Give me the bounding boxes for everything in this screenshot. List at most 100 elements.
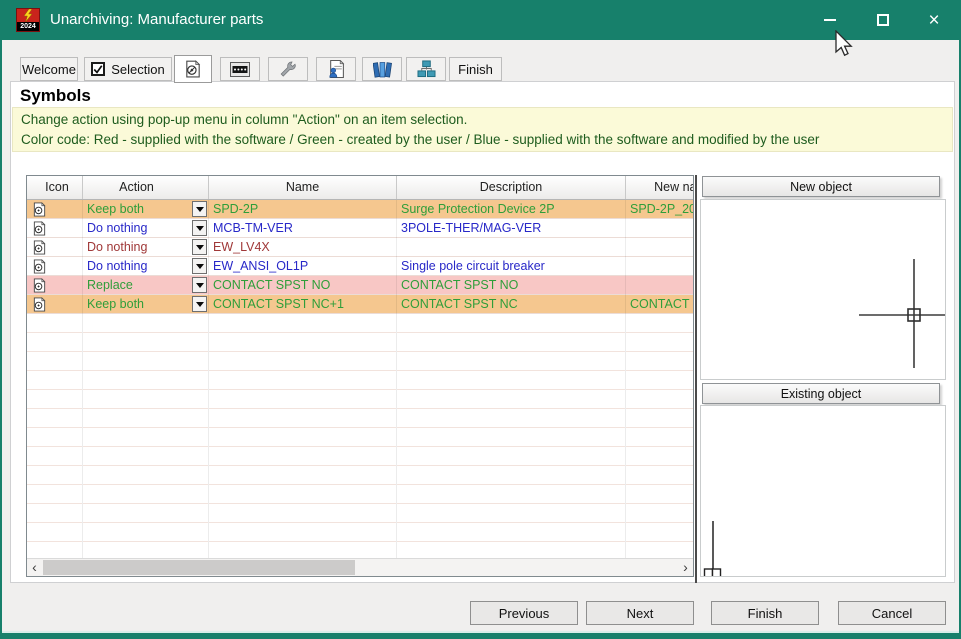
existing-object-header: Existing object <box>702 383 940 404</box>
tab-finish-label: Finish <box>458 62 493 77</box>
name-cell[interactable]: SPD-2P <box>209 200 397 219</box>
table-header: Icon Action Name Description New name <box>27 176 693 200</box>
empty-row <box>27 352 693 371</box>
empty-row <box>27 409 693 428</box>
action-value: Replace <box>87 278 133 292</box>
symbol-icon <box>27 200 83 219</box>
description-cell[interactable]: CONTACT SPST NO <box>397 276 626 295</box>
symbols-table: Icon Action Name Description New name Ke… <box>26 175 694 577</box>
cancel-button[interactable]: Cancel <box>838 601 946 625</box>
action-cell[interactable]: Replace <box>83 276 209 295</box>
action-dropdown-button[interactable] <box>192 277 207 293</box>
empty-row <box>27 314 693 333</box>
action-dropdown-button[interactable] <box>192 296 207 312</box>
scroll-right-icon[interactable]: › <box>678 559 693 576</box>
scroll-left-icon[interactable]: ‹ <box>27 559 42 576</box>
new-name-cell[interactable] <box>626 257 693 276</box>
panel-splitter[interactable] <box>695 175 697 583</box>
new-name-cell[interactable] <box>626 276 693 295</box>
action-dropdown-button[interactable] <box>192 239 207 255</box>
tab-macros[interactable] <box>268 57 308 81</box>
tab-welcome[interactable]: Welcome <box>20 57 78 81</box>
empty-row <box>27 371 693 390</box>
description-cell[interactable]: Single pole circuit breaker <box>397 257 626 276</box>
column-header-description[interactable]: Description <box>397 176 626 199</box>
tab-catalog[interactable] <box>362 57 402 81</box>
name-cell[interactable]: MCB-TM-VER <box>209 219 397 238</box>
table-row[interactable]: Do nothing MCB-TM-VER 3POLE-THER/MAG-VER <box>27 219 693 238</box>
empty-row <box>27 523 693 542</box>
action-cell[interactable]: Keep both <box>83 295 209 314</box>
info-strip: Change action using pop-up menu in colum… <box>12 107 953 152</box>
maximize-icon <box>877 14 889 26</box>
column-header-action[interactable]: Action <box>83 176 209 199</box>
close-icon: × <box>928 11 939 30</box>
action-dropdown-button[interactable] <box>192 258 207 274</box>
tab-selection[interactable]: Selection <box>84 57 172 81</box>
close-button[interactable]: × <box>917 4 951 36</box>
table-body: Keep both SPD-2P Surge Protection Device… <box>27 200 693 558</box>
info-line-2: Color code: Red - supplied with the soft… <box>21 130 944 150</box>
action-cell[interactable]: Keep both <box>83 200 209 219</box>
table-row[interactable]: Replace CONTACT SPST NO CONTACT SPST NO <box>27 276 693 295</box>
new-name-cell[interactable]: SPD-2P_2025 <box>626 200 693 219</box>
app-icon-year: 2024 <box>17 22 39 31</box>
empty-row <box>27 428 693 447</box>
empty-row <box>27 485 693 504</box>
finish-button[interactable]: Finish <box>711 601 819 625</box>
chevron-down-icon <box>196 264 204 273</box>
new-name-cell[interactable] <box>626 219 693 238</box>
chevron-down-icon <box>196 302 204 311</box>
name-cell[interactable]: EW_ANSI_OL1P <box>209 257 397 276</box>
table-row[interactable]: Keep both CONTACT SPST NC+1 CONTACT SPST… <box>27 295 693 314</box>
table-row[interactable]: Do nothing EW_LV4X <box>27 238 693 257</box>
name-cell[interactable]: CONTACT SPST NO <box>209 276 397 295</box>
next-button[interactable]: Next <box>586 601 694 625</box>
info-line-1: Change action using pop-up menu in colum… <box>21 110 944 130</box>
new-name-cell[interactable] <box>626 238 693 257</box>
symbol-page-icon <box>184 60 202 78</box>
action-dropdown-button[interactable] <box>192 220 207 236</box>
column-header-name[interactable]: Name <box>209 176 397 199</box>
existing-symbol-drawing <box>701 406 946 577</box>
description-cell[interactable]: CONTACT SPST NC <box>397 295 626 314</box>
minimize-icon <box>824 19 836 21</box>
action-value: Do nothing <box>87 221 147 235</box>
empty-row <box>27 542 693 558</box>
maximize-button[interactable] <box>866 4 900 36</box>
description-cell[interactable] <box>397 238 626 257</box>
tab-selection-label: Selection <box>111 62 164 77</box>
action-value: Keep both <box>87 202 144 216</box>
action-cell[interactable]: Do nothing <box>83 219 209 238</box>
new-name-cell[interactable]: CONTACT SP <box>626 295 693 314</box>
column-header-new-name[interactable]: New name <box>626 176 694 199</box>
name-cell[interactable]: EW_LV4X <box>209 238 397 257</box>
action-cell[interactable]: Do nothing <box>83 257 209 276</box>
column-header-icon[interactable]: Icon <box>27 176 83 199</box>
tab-structure[interactable] <box>406 57 446 81</box>
name-cell[interactable]: CONTACT SPST NC+1 <box>209 295 397 314</box>
tab-title-blocks[interactable] <box>220 57 260 81</box>
symbol-icon <box>27 276 83 295</box>
description-cell[interactable]: 3POLE-THER/MAG-VER <box>397 219 626 238</box>
empty-row <box>27 333 693 352</box>
action-dropdown-button[interactable] <box>192 201 207 217</box>
window-bottom-border <box>2 633 959 639</box>
action-value: Do nothing <box>87 240 147 254</box>
horizontal-scrollbar[interactable]: ‹ › <box>27 558 693 576</box>
symbol-icon <box>27 238 83 257</box>
action-cell[interactable]: Do nothing <box>83 238 209 257</box>
scrollbar-thumb[interactable] <box>43 560 355 575</box>
checkbox-checked-icon[interactable] <box>91 62 105 76</box>
tab-symbols[interactable] <box>174 55 212 83</box>
new-object-preview <box>700 199 946 380</box>
minimize-button[interactable] <box>813 4 847 36</box>
description-cell[interactable]: Surge Protection Device 2P <box>397 200 626 219</box>
tab-manufacturer-parts[interactable] <box>316 57 356 81</box>
previous-button[interactable]: Previous <box>470 601 578 625</box>
table-row[interactable]: Keep both SPD-2P Surge Protection Device… <box>27 200 693 219</box>
chevron-down-icon <box>196 283 204 292</box>
tab-finish[interactable]: Finish <box>449 57 502 81</box>
table-row[interactable]: Do nothing EW_ANSI_OL1P Single pole circ… <box>27 257 693 276</box>
window-title: Unarchiving: Manufacturer parts <box>50 0 263 40</box>
